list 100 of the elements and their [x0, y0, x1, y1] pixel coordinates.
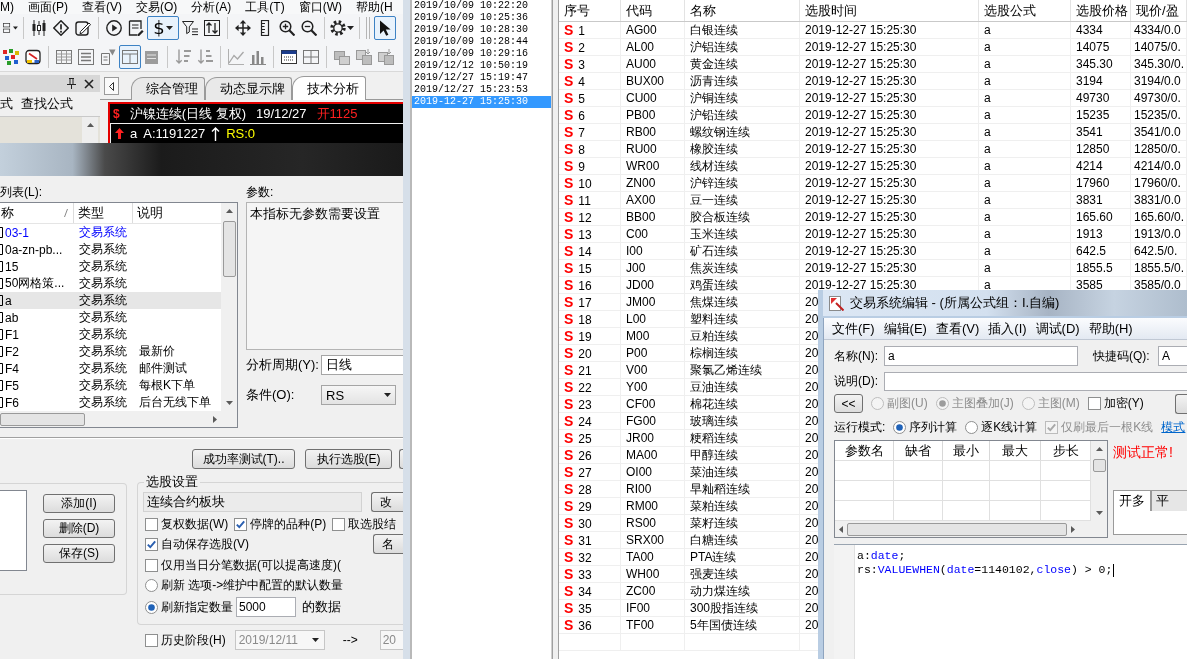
checkbox-label[interactable]: 停牌的品种(P)	[250, 516, 327, 533]
list-item[interactable]: 2019/10/09 10:28:30	[412, 24, 551, 36]
radio-label[interactable]: 刷新指定数量	[161, 598, 233, 616]
menu-item[interactable]: 帮助(H)	[1088, 319, 1133, 338]
checkbox[interactable]	[332, 518, 346, 531]
toolbar-button[interactable]	[374, 16, 396, 40]
checkbox-label[interactable]: 仅用当日分笔数据(可以提高速度)(	[161, 557, 341, 574]
radio-label[interactable]: 刷新 选项->维护中配置的默认数量	[161, 577, 344, 594]
list-item[interactable]: 2019/10/09 10:29:16	[412, 48, 551, 60]
list-row[interactable]: 03-1 交易系统	[0, 224, 221, 241]
list-box[interactable]	[0, 490, 27, 571]
menu-item[interactable]: 帮助(H	[356, 0, 393, 14]
sort-icon	[64, 209, 68, 217]
horizontal-scrollbar[interactable]	[835, 521, 1107, 537]
name-button[interactable]: 名	[373, 534, 403, 554]
list-row[interactable]: 50网格策... 交易系统	[0, 275, 221, 292]
radio-button[interactable]	[965, 420, 979, 434]
list-item[interactable]: 2019/12/27 15:23:53	[412, 84, 551, 96]
menu-item[interactable]: 分析(A)	[191, 0, 232, 14]
list-item[interactable]: 2019/10/09 10:25:36	[412, 12, 551, 24]
column-header[interactable]: 称	[0, 203, 74, 223]
checkbox[interactable]	[145, 537, 158, 551]
list-row[interactable]: F6 交易系统 后台无线下单	[0, 394, 221, 411]
scroll-thumb[interactable]	[222, 221, 236, 277]
mode-link[interactable]: 模式	[1161, 418, 1186, 436]
checkbox[interactable]	[145, 518, 158, 531]
scroll-thumb[interactable]	[1092, 459, 1106, 472]
menu-item[interactable]: 工具(T)	[245, 0, 285, 14]
close-icon[interactable]	[84, 78, 94, 89]
menu-item[interactable]: 文件(F)	[832, 319, 875, 338]
checkbox-label[interactable]: 复权数据(W)	[161, 516, 229, 533]
panel-tab[interactable]: 查找公式	[21, 95, 73, 113]
list-button[interactable]: 保存(S)	[43, 544, 115, 563]
menu-item[interactable]: 编辑(E)	[883, 319, 927, 338]
list-row[interactable]: a 交易系统	[0, 292, 221, 309]
splitter-bar[interactable]	[552, 0, 559, 659]
checkbox[interactable]	[1087, 397, 1101, 410]
list-item[interactable]: 2019/12/12 10:50:19	[412, 60, 551, 72]
description-field[interactable]	[884, 372, 1187, 391]
list-row[interactable]: 15 交易系统	[0, 258, 221, 275]
panel-tab[interactable]: 式	[0, 95, 13, 113]
list-row[interactable]: 0a-zn-pb... 交易系统	[0, 241, 221, 258]
menu-item[interactable]: 交易(O)	[136, 0, 178, 14]
name-field[interactable]: a	[884, 346, 1078, 366]
pin-icon[interactable]	[67, 78, 76, 89]
tab[interactable]: 平	[1151, 490, 1187, 511]
cut-off-button[interactable]	[399, 449, 403, 469]
tab-scroll-button[interactable]	[104, 77, 119, 95]
count-field[interactable]: 5000	[236, 597, 296, 617]
list-button[interactable]: 添加(I)	[43, 494, 115, 513]
checkbox[interactable]	[145, 559, 158, 572]
vertical-scrollbar[interactable]	[82, 117, 98, 143]
option-label[interactable]: 逐K线计算	[981, 418, 1038, 436]
menu-item[interactable]: 查看(V)	[935, 319, 980, 338]
vertical-scrollbar[interactable]	[1091, 441, 1107, 521]
menu-item[interactable]: M)	[0, 0, 14, 14]
tab[interactable]: 综合管理	[131, 77, 205, 100]
checkbox-label[interactable]: 取选股结	[348, 516, 397, 533]
menu-item[interactable]: 插入(I)	[988, 319, 1027, 338]
list-button[interactable]: 删除(D)	[43, 519, 115, 538]
vertical-scrollbar[interactable]	[221, 203, 237, 411]
tab[interactable]: 动态显示牌	[205, 77, 292, 100]
list-row[interactable]: F4 交易系统 邮件测试	[0, 360, 221, 377]
radio-button[interactable]	[893, 420, 907, 434]
list-item[interactable]: 2019/10/09 10:28:44	[412, 36, 551, 48]
condition-dropdown[interactable]: RS	[321, 385, 396, 405]
change-button[interactable]: 改	[371, 492, 403, 512]
scroll-thumb[interactable]	[847, 522, 1067, 536]
horizontal-scrollbar[interactable]	[0, 411, 237, 427]
form-icon	[78, 48, 94, 65]
action-button[interactable]: 执行选股(E)	[305, 449, 392, 469]
code-editor[interactable]: a:date; rs:VALUEWHEN(date=1140102,close) > 0;	[834, 544, 1187, 659]
toolbar-button[interactable]: $	[147, 16, 179, 40]
menu-item[interactable]: 查看(V)	[82, 0, 122, 14]
list-row[interactable]: F1 交易系统	[0, 326, 221, 343]
option-label[interactable]: 加密(Y)	[1103, 395, 1144, 412]
list-row[interactable]: ab 交易系统	[0, 309, 221, 326]
checkbox[interactable]	[234, 518, 248, 531]
scroll-thumb[interactable]	[0, 412, 85, 426]
name-text: 聚氯乙烯连续	[690, 363, 762, 377]
period-dropdown[interactable]: 日线	[321, 355, 403, 375]
code-text: TA00	[626, 550, 654, 564]
menu-item[interactable]: 调试(D)	[1035, 319, 1080, 338]
tab[interactable]: 开多	[1113, 490, 1151, 511]
collapse-button[interactable]: <<	[834, 394, 863, 413]
shortcut-field[interactable]: A	[1158, 346, 1187, 366]
menu-item[interactable]: 窗口(W)	[298, 0, 342, 14]
list-row[interactable]: F5 交易系统 每根K下单	[0, 377, 221, 394]
block-field[interactable]: 连续合约板块	[143, 492, 362, 512]
cut-off-button[interactable]	[1175, 393, 1187, 414]
list-item[interactable]: 2019/12/27 15:19:47	[412, 72, 551, 84]
menu-item[interactable]: 画面(P)	[28, 0, 68, 14]
checkbox-label[interactable]: 自动保存选股(V)	[161, 535, 249, 553]
tab[interactable]: 技术分析	[292, 76, 366, 100]
list-item[interactable]: 2019/10/09 10:22:20	[412, 0, 551, 12]
action-button[interactable]: 成功率测试(T)..	[192, 449, 295, 469]
option-label[interactable]: 序列计算	[909, 418, 958, 436]
radio-button[interactable]	[145, 600, 158, 614]
radio-button[interactable]	[145, 579, 158, 592]
list-row[interactable]: F2 交易系统 最新价	[0, 343, 221, 360]
